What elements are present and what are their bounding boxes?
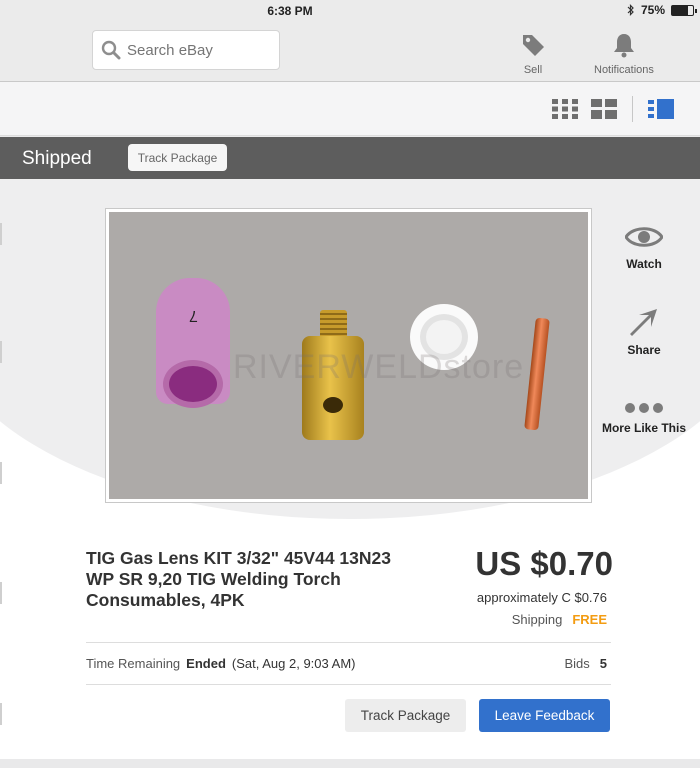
search-icon	[101, 40, 121, 60]
bids-row: Bids 5	[564, 656, 607, 671]
gas-cup-number: 7	[189, 307, 198, 324]
item-title: TIG Gas Lens KIT 3/32" 45V44 13N23 WP SR…	[86, 548, 391, 610]
share-label: Share	[627, 343, 661, 357]
divider	[86, 684, 611, 685]
copper-collet	[524, 317, 550, 431]
grid-large-icon[interactable]	[591, 99, 617, 119]
more-like-this-button[interactable]: More Like This	[600, 401, 688, 435]
time-status: Ended	[186, 656, 226, 671]
sell-label: Sell	[523, 64, 543, 76]
item-photo[interactable]: 7 RIVERWELDstore	[105, 208, 592, 503]
status-time: 6:38 PM	[267, 4, 313, 18]
end-date: (Sat, Aug 2, 9:03 AM)	[231, 656, 356, 671]
view-toolbar	[0, 82, 700, 136]
notifications-button[interactable]: Notifications	[594, 32, 654, 76]
time-remaining-label: Time Remaining	[86, 656, 181, 671]
battery-percent: 75%	[640, 3, 665, 17]
photo-watermark: RIVERWELDstore	[233, 348, 525, 386]
top-nav: Sell Notifications	[0, 20, 700, 82]
edge-marker	[0, 341, 2, 363]
sell-button[interactable]: Sell	[520, 32, 546, 76]
tag-icon	[523, 35, 544, 56]
bluetooth-icon	[627, 4, 634, 16]
share-arrow-icon	[630, 309, 657, 336]
track-package-button[interactable]: Track Package	[345, 699, 466, 732]
status-right: 75%	[627, 3, 697, 17]
item-card: 7 RIVERWELDstore Watch Share More Like T…	[0, 179, 700, 759]
divider	[86, 642, 611, 643]
bids-label: Bids	[564, 656, 590, 671]
photo-image: 7 RIVERWELDstore	[109, 212, 588, 499]
bids-value: 5	[599, 656, 607, 671]
search-box[interactable]	[92, 30, 280, 70]
search-input[interactable]	[127, 41, 277, 59]
shipped-title: Shipped	[22, 148, 92, 169]
more-like-this-label: More Like This	[601, 421, 687, 435]
list-icon[interactable]	[648, 99, 674, 119]
view-separator	[632, 96, 633, 122]
eye-icon	[625, 227, 663, 247]
battery-fill	[672, 5, 688, 15]
approx-price: approximately C $0.76	[476, 590, 607, 605]
item-price: US $0.70	[475, 545, 613, 582]
time-remaining-row: Time Remaining Ended (Sat, Aug 2, 9:03 AM)	[86, 656, 355, 671]
shipping-label: Shipping	[511, 612, 563, 627]
edge-marker	[0, 462, 2, 484]
edge-marker	[0, 703, 2, 725]
share-button[interactable]: Share	[600, 307, 688, 357]
shipping-row: Shipping FREE	[512, 612, 607, 627]
more-dots-icon	[625, 403, 663, 413]
status-bar: 6:38 PM 75%	[0, 0, 700, 20]
edge-marker	[0, 582, 2, 604]
notifications-label: Notifications	[594, 64, 654, 76]
grid-small-icon[interactable]	[552, 99, 578, 119]
gas-cup-opening	[163, 360, 223, 408]
leave-feedback-button[interactable]: Leave Feedback	[479, 699, 610, 732]
track-package-small-button[interactable]: Track Package	[128, 144, 227, 171]
edge-marker	[0, 223, 2, 245]
watch-button[interactable]: Watch	[600, 223, 688, 271]
shipping-value: FREE	[572, 612, 607, 627]
bell-icon	[613, 34, 634, 58]
battery-icon	[671, 4, 697, 16]
shipped-banner: Shipped Track Package	[0, 137, 700, 179]
collet-body-hole	[323, 397, 343, 413]
watch-label: Watch	[626, 257, 662, 271]
